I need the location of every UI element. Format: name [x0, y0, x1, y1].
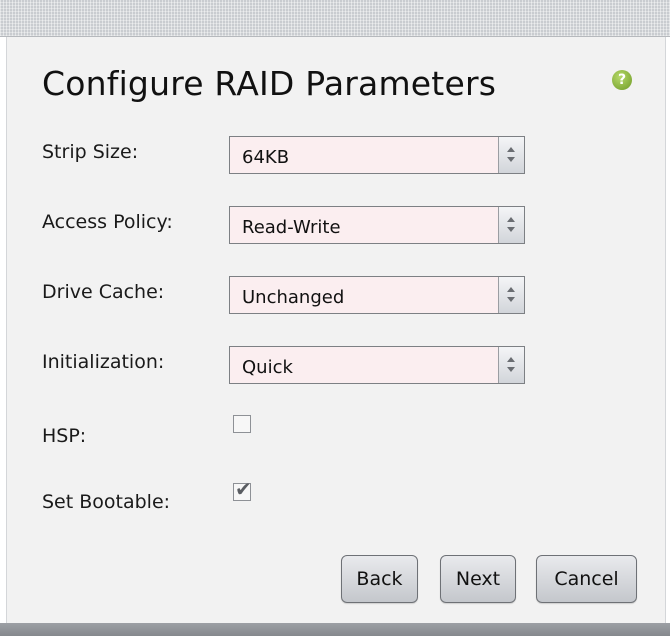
- initialization-label: Initialization:: [42, 351, 165, 373]
- drive-cache-value: Unchanged: [242, 287, 345, 308]
- checkmark-icon: ✔: [235, 477, 252, 501]
- status-bar: [0, 623, 670, 636]
- spinner-arrows-icon[interactable]: [498, 347, 524, 383]
- spinner-arrows-icon[interactable]: [498, 137, 524, 173]
- set-bootable-label: Set Bootable:: [42, 491, 171, 513]
- access-policy-value: Read-Write: [242, 217, 341, 238]
- dialog-title: Configure RAID Parameters: [42, 64, 497, 103]
- help-icon[interactable]: ?: [612, 70, 632, 90]
- back-button[interactable]: Back: [341, 555, 418, 603]
- strip-size-label: Strip Size:: [42, 141, 139, 163]
- initialization-select[interactable]: Quick: [229, 346, 525, 384]
- initialization-value: Quick: [242, 357, 293, 378]
- hsp-label: HSP:: [42, 425, 87, 447]
- drive-cache-label: Drive Cache:: [42, 281, 165, 303]
- access-policy-select[interactable]: Read-Write: [229, 206, 525, 244]
- dialog-panel: [6, 37, 666, 623]
- access-policy-label: Access Policy:: [42, 211, 173, 233]
- drive-cache-select[interactable]: Unchanged: [229, 276, 525, 314]
- spinner-arrows-icon[interactable]: [498, 207, 524, 243]
- spinner-arrows-icon[interactable]: [498, 277, 524, 313]
- cancel-button[interactable]: Cancel: [536, 555, 637, 603]
- strip-size-value: 64KB: [242, 147, 290, 168]
- strip-size-select[interactable]: 64KB: [229, 136, 525, 174]
- hsp-checkbox[interactable]: [233, 415, 251, 433]
- title-bar[interactable]: [0, 0, 670, 37]
- next-button[interactable]: Next: [440, 555, 516, 603]
- set-bootable-checkbox[interactable]: ✔: [233, 478, 252, 501]
